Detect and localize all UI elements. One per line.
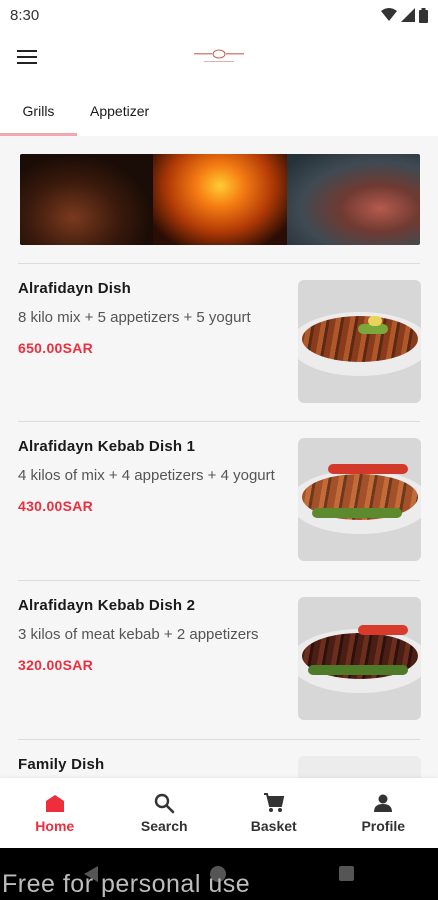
home-icon <box>45 795 64 812</box>
nav-search-label: Search <box>140 818 188 834</box>
item-image <box>298 756 421 778</box>
restaurant-logo <box>194 49 244 62</box>
item-description: 8 kilo mix + 5 appetizers + 5 yogurt <box>18 309 251 326</box>
recents-icon[interactable] <box>339 866 354 881</box>
watermark-text: Free for personal use <box>2 870 251 898</box>
menu-item[interactable]: Alrafidayn Kebab Dish 1 4 kilos of mix +… <box>0 422 438 580</box>
item-description: 3 kilos of meat kebab + 2 appetizers <box>18 626 259 643</box>
banner-image-ribs <box>20 154 154 245</box>
item-description: 4 kilos of mix + 4 appetizers + 4 yogurt <box>18 467 275 484</box>
menu-list[interactable]: Alrafidayn Dish 8 kilo mix + 5 appetizer… <box>0 136 438 778</box>
person-icon <box>374 794 393 812</box>
bottom-navigation: Home Search Basket Profile <box>0 778 438 848</box>
category-banner <box>20 154 420 245</box>
status-time: 8:30 <box>10 6 40 24</box>
item-image <box>298 597 421 720</box>
menu-item[interactable]: Alrafidayn Kebab Dish 2 3 kilos of meat … <box>0 581 438 739</box>
tab-grills[interactable]: Grills <box>0 86 77 136</box>
menu-item[interactable]: Family Dish <box>0 740 438 778</box>
signal-icon <box>401 8 415 22</box>
category-tabs: Grills Appetizer <box>0 86 438 136</box>
menu-button[interactable] <box>12 42 42 72</box>
item-image <box>298 280 421 403</box>
banner-image-kebabs <box>286 154 420 245</box>
menu-item[interactable]: Alrafidayn Dish 8 kilo mix + 5 appetizer… <box>0 264 438 422</box>
battery-icon <box>419 7 428 23</box>
nav-basket-label: Basket <box>250 818 297 834</box>
nav-profile-label: Profile <box>361 818 406 834</box>
cart-icon <box>263 793 284 812</box>
banner-image-fire-grill <box>153 154 287 245</box>
tab-appetizer[interactable]: Appetizer <box>77 86 162 136</box>
search-icon <box>155 793 175 814</box>
item-title: Alrafidayn Kebab Dish 1 <box>18 438 196 455</box>
item-image <box>298 438 421 561</box>
status-bar: 8:30 <box>0 0 438 30</box>
nav-home[interactable]: Home <box>0 778 110 848</box>
hamburger-menu-icon <box>17 50 37 64</box>
item-price: 430.00SAR <box>18 498 94 514</box>
system-navigation-bar: Free for personal use <box>0 848 438 900</box>
item-title: Family Dish <box>18 756 105 773</box>
nav-search[interactable]: Search <box>110 778 220 848</box>
item-title: Alrafidayn Dish <box>18 280 132 297</box>
nav-profile[interactable]: Profile <box>329 778 438 848</box>
item-price: 650.00SAR <box>18 340 94 356</box>
status-icons <box>381 7 428 23</box>
nav-basket[interactable]: Basket <box>219 778 329 848</box>
wifi-icon <box>381 8 397 21</box>
nav-home-label: Home <box>35 818 75 834</box>
app-bar <box>0 30 438 86</box>
item-title: Alrafidayn Kebab Dish 2 <box>18 597 196 614</box>
item-price: 320.00SAR <box>18 657 94 673</box>
